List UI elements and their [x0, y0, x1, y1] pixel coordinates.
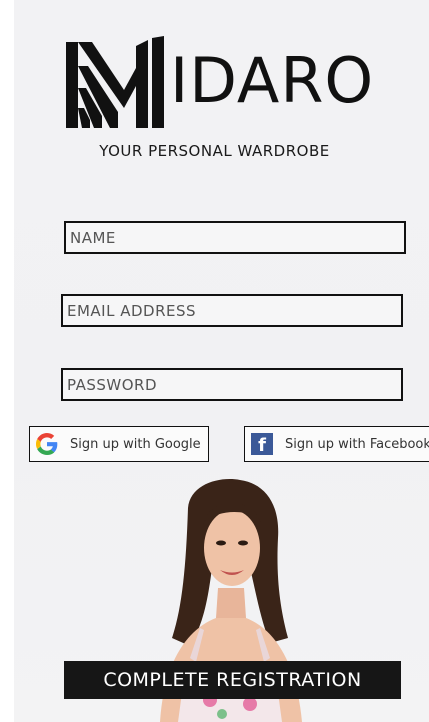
email-input[interactable]	[63, 296, 401, 325]
complete-registration-button[interactable]: COMPLETE REGISTRATION	[64, 661, 401, 699]
left-edge	[0, 0, 14, 722]
logo-wordmark: IDARO	[170, 44, 375, 117]
google-signup-button[interactable]: Sign up with Google	[29, 426, 209, 462]
tagline: YOUR PERSONAL WARDROBE	[99, 142, 330, 160]
facebook-signup-button[interactable]: f Sign up with Facebook	[244, 426, 429, 462]
google-signup-label: Sign up with Google	[70, 436, 201, 452]
email-field[interactable]	[61, 294, 403, 327]
password-input[interactable]	[63, 370, 401, 399]
google-g-icon	[34, 431, 60, 457]
registration-screen: IDARO YOUR PERSONAL WARDROBE Sign up wit…	[0, 0, 429, 722]
logo-m-mark	[66, 36, 164, 128]
facebook-signup-label: Sign up with Facebook	[285, 436, 429, 452]
name-input[interactable]	[66, 223, 404, 252]
facebook-f-icon: f	[249, 431, 275, 457]
midaro-logo: IDARO	[66, 36, 406, 128]
name-field[interactable]	[64, 221, 406, 254]
password-field[interactable]	[61, 368, 403, 401]
